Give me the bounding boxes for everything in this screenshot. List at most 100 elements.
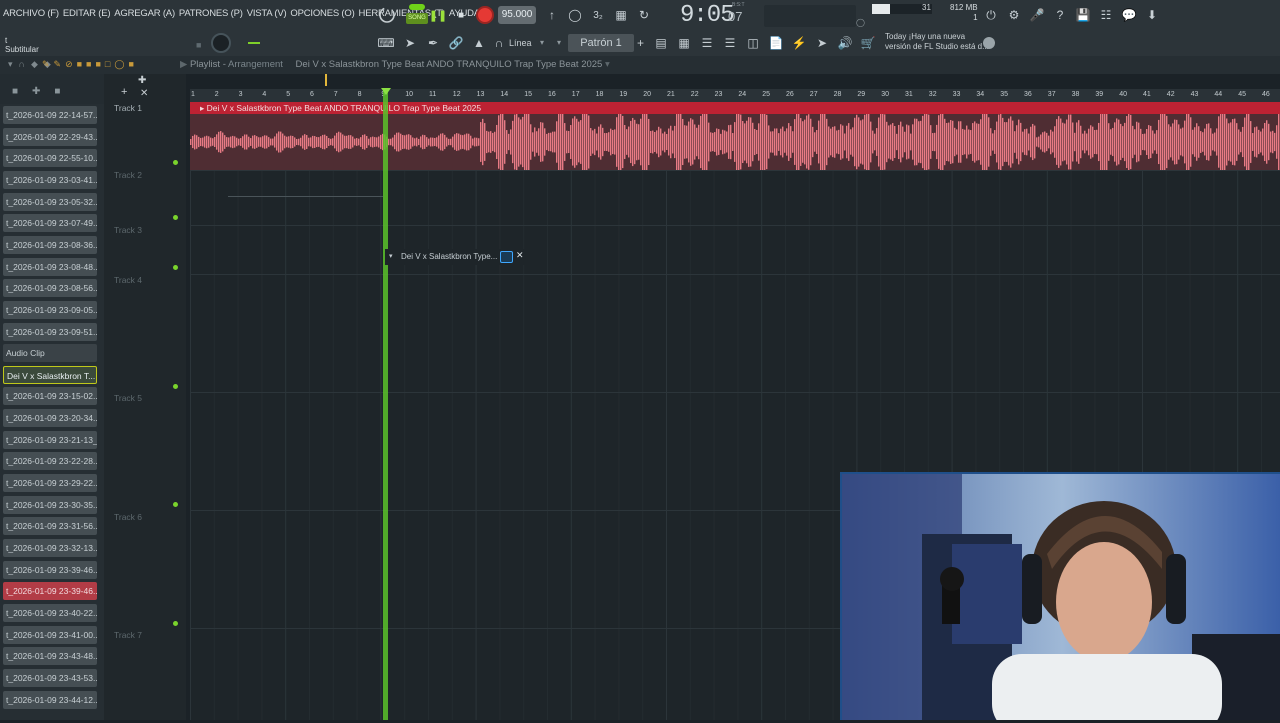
browser-item[interactable]: Audio Clip: [3, 344, 97, 363]
add-pattern-icon[interactable]: +: [637, 36, 644, 50]
browser-item[interactable]: t_2026-01-09 23-40-22...: [3, 603, 97, 622]
browser-item[interactable]: t_2026-01-09 22-29-43...: [3, 127, 97, 146]
download-icon[interactable]: ⬇: [1142, 5, 1162, 25]
audio-clip-header[interactable]: ▸ Dei V x Salastkbron Type Beat ANDO TRA…: [190, 102, 1280, 114]
track-led[interactable]: [173, 160, 178, 165]
playhead[interactable]: [383, 89, 388, 720]
browser-item[interactable]: t_2026-01-09 23-43-53...: [3, 668, 97, 687]
track-led[interactable]: [173, 384, 178, 389]
browser-item[interactable]: t_2026-01-09 23-09-05...: [3, 300, 97, 319]
browser-item[interactable]: t_2026-01-09 23-20-34...: [3, 409, 97, 428]
snap-select[interactable]: Línea: [509, 38, 532, 48]
browser-view-icons[interactable]: ■✚■: [12, 86, 74, 97]
playlist-tools[interactable]: ✎✎⊘■■■□◯■: [42, 59, 138, 70]
menu-archivo[interactable]: ARCHIVO (F): [3, 8, 59, 19]
track-led[interactable]: [173, 502, 178, 507]
power-icon[interactable]: ⏻: [981, 5, 1001, 25]
popup-dropdown-icon[interactable]: ▾: [389, 249, 393, 265]
speaker-icon[interactable]: 🔊: [836, 34, 854, 52]
playlist-arrow-icon[interactable]: ▶: [180, 59, 190, 70]
plugin-icon[interactable]: ◫: [744, 34, 762, 52]
metronome-icon[interactable]: ↑: [542, 5, 562, 25]
news-panel[interactable]: Today ¡Hay una nueva versión de FL Studi…: [885, 32, 989, 52]
menu-vista[interactable]: VISTA (V): [247, 8, 287, 19]
link-icon[interactable]: 🔗: [447, 34, 465, 52]
mixer-sliders-icon[interactable]: ☰: [721, 34, 739, 52]
save-icon[interactable]: 💾: [1073, 5, 1093, 25]
menu-editar[interactable]: EDITAR (E): [63, 8, 111, 19]
playlist-dropdown-icon[interactable]: ▾: [605, 59, 610, 70]
pattern-prev-icon[interactable]: ▾: [557, 38, 561, 47]
cart-icon[interactable]: 🛒: [859, 34, 877, 52]
zoom-icon[interactable]: [500, 251, 513, 263]
pause-button[interactable]: ❚❚: [428, 5, 448, 25]
browser-item[interactable]: t_2026-01-09 23-15-02...: [3, 387, 97, 406]
menu-opciones[interactable]: OPCIONES (O): [290, 8, 354, 19]
browser-item[interactable]: t_2026-01-09 23-30-35...: [3, 495, 97, 514]
track-led[interactable]: [173, 265, 178, 270]
channel-rack-icon[interactable]: ▦: [675, 34, 693, 52]
track-led[interactable]: [173, 215, 178, 220]
menu-agregar[interactable]: AGREGAR (A): [114, 8, 175, 19]
tools-icon[interactable]: ⚙: [1004, 5, 1024, 25]
song-position-marker[interactable]: [325, 74, 327, 86]
countdown-icon[interactable]: 3₂: [588, 5, 608, 25]
master-knob[interactable]: [211, 33, 231, 53]
browser-item[interactable]: t_2026-01-09 23-09-51...: [3, 322, 97, 341]
song-mode-button[interactable]: SONG: [406, 13, 428, 24]
keyboard-icon[interactable]: ⌨: [377, 34, 395, 52]
playlist-icon[interactable]: ▤: [652, 34, 670, 52]
browser-item[interactable]: t_2026-01-09 23-05-32...: [3, 192, 97, 211]
browser-item[interactable]: t_2026-01-09 23-29-22...: [3, 474, 97, 493]
arrow-right-icon[interactable]: ➤: [401, 34, 419, 52]
step-edit-icon[interactable]: ▦: [611, 5, 631, 25]
track-led[interactable]: [173, 621, 178, 626]
browser-item[interactable]: t_2026-01-09 22-55-10...: [3, 149, 97, 168]
move-icon[interactable]: ✚: [138, 75, 146, 86]
browser-item[interactable]: t_2026-01-09 23-31-56...: [3, 517, 97, 536]
draw-tool-icon[interactable]: ✒: [424, 34, 442, 52]
browser-item[interactable]: t_2026-01-09 23-03-41...: [3, 170, 97, 189]
audio-clip-waveform[interactable]: [190, 102, 1280, 182]
file-icon[interactable]: 📄: [767, 34, 785, 52]
master-volume-icon[interactable]: ◯: [856, 18, 865, 27]
add-track-icon[interactable]: +: [121, 86, 127, 98]
track-name[interactable]: Track 7: [114, 630, 142, 640]
stop-button[interactable]: ■: [452, 5, 470, 25]
browser-item[interactable]: Dei V x Salastkbron T...: [3, 365, 97, 384]
browser-item[interactable]: t_2026-01-09 23-44-12...: [3, 690, 97, 709]
snap-dropdown-icon[interactable]: ▾: [540, 38, 544, 47]
browser-item[interactable]: t_2026-01-09 23-21-13_...: [3, 430, 97, 449]
magnet-icon[interactable]: ∩: [490, 34, 508, 52]
piano-roll-icon[interactable]: ☰: [698, 34, 716, 52]
wait-record-icon[interactable]: ◯: [565, 5, 585, 25]
playlist-mode[interactable]: Arrangement: [228, 59, 283, 70]
browser-item[interactable]: t_2026-01-09 23-39-46...: [3, 560, 97, 579]
browser-item[interactable]: t_2026-01-09 23-08-36...: [3, 235, 97, 254]
help-icon[interactable]: ?: [1050, 5, 1070, 25]
browser-item[interactable]: t_2026-01-09 23-43-48...: [3, 647, 97, 666]
browser-item[interactable]: t_2026-01-09 23-08-56...: [3, 279, 97, 298]
track-name[interactable]: Track 5: [114, 393, 142, 403]
browser-item[interactable]: t_2026-01-09 23-41-00...: [3, 625, 97, 644]
browser-item[interactable]: t_2026-01-09 23-07-49...: [3, 214, 97, 233]
playhead-marker[interactable]: [381, 88, 391, 95]
record-button[interactable]: [476, 6, 494, 24]
track-name[interactable]: Track 6: [114, 512, 142, 522]
track-name[interactable]: Track 1: [114, 103, 142, 113]
browser-item[interactable]: t_2026-01-09 23-22-28...: [3, 452, 97, 471]
browser-item[interactable]: t_2026-01-09 23-08-48...: [3, 257, 97, 276]
marker-icon[interactable]: ➤: [813, 34, 831, 52]
tempo-display[interactable]: 95.000: [498, 6, 536, 24]
timeline-ruler[interactable]: [190, 89, 1280, 102]
browser-item[interactable]: t_2026-01-09 23-39-46...: [3, 582, 97, 601]
pattern-selector[interactable]: Patrón 1: [568, 34, 634, 52]
menu-patrones[interactable]: PATRONES (P): [179, 8, 243, 19]
stamp-icon[interactable]: ▲: [470, 34, 488, 52]
close-track-icon[interactable]: ✕: [140, 88, 148, 99]
browser-item[interactable]: t_2026-01-09 22-14-57...: [3, 106, 97, 124]
popup-close-icon[interactable]: ✕: [516, 250, 524, 261]
track-name[interactable]: Track 3: [114, 225, 142, 235]
track-name[interactable]: Track 4: [114, 275, 142, 285]
mixer-icon[interactable]: ☷: [1096, 5, 1116, 25]
